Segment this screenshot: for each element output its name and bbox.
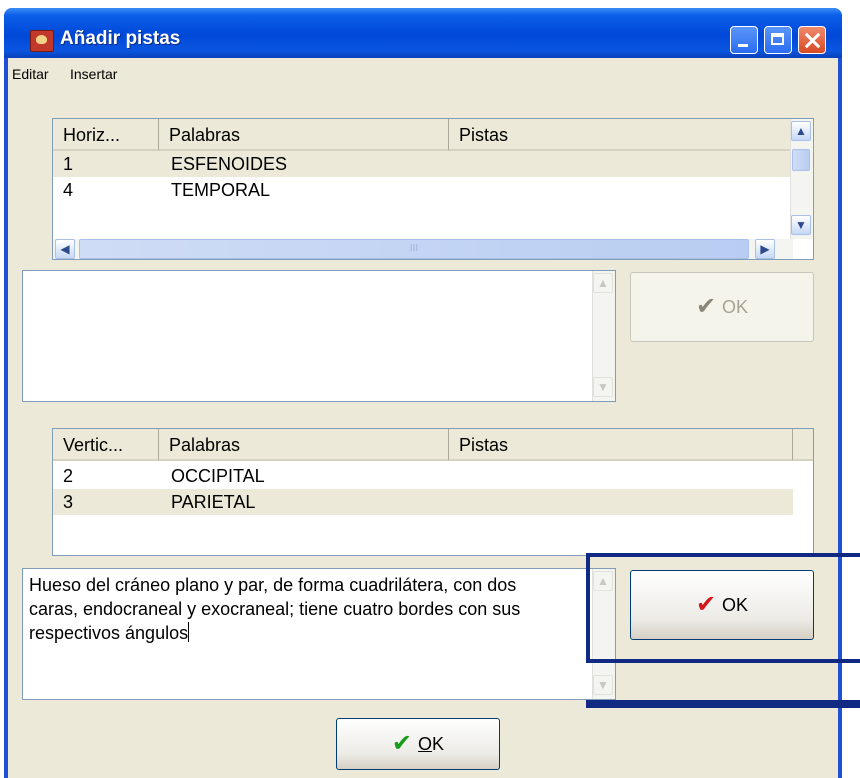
scroll-thumb-horizontal[interactable]: III [79, 239, 749, 259]
row-number: 2 [63, 466, 74, 486]
maximize-icon[interactable] [764, 26, 792, 54]
ok-label-rest: K [432, 734, 445, 754]
column-header-horiz[interactable]: Horiz... [53, 119, 159, 151]
row-word: TEMPORAL [171, 180, 271, 200]
horizontal-list[interactable]: Horiz... Palabras Pistas 1 ESFENOIDES 4 … [52, 118, 814, 260]
highlight-placeholder [586, 700, 860, 708]
column-header-vertic[interactable]: Vertic... [53, 429, 159, 461]
app-icon [30, 30, 54, 52]
scroll-down-icon[interactable]: ▼ [593, 675, 613, 695]
row-word: OCCIPITAL [171, 466, 265, 486]
scroll-up-icon[interactable]: ▲ [791, 121, 811, 141]
clue-text-content: Hueso del cráneo plano y par, de forma c… [29, 575, 521, 643]
column-header-filler [793, 429, 813, 461]
ok-label: OK [722, 297, 749, 317]
row-word: ESFENOIDES [171, 154, 288, 174]
check-icon: ✔ [695, 293, 717, 320]
row-number: 4 [63, 180, 74, 200]
horizontal-scrollbar[interactable]: ◀ III ▶ [53, 239, 793, 259]
clue-text: Hueso del cráneo plano y par, de forma c… [29, 573, 569, 645]
list-row[interactable]: 2 OCCIPITAL [53, 463, 793, 489]
vertical-scrollbar[interactable]: ▲ ▼ [790, 119, 813, 239]
scroll-right-icon[interactable]: ▶ [755, 239, 775, 259]
memo-scrollbar[interactable]: ▲ ▼ [592, 271, 615, 401]
minimize-icon[interactable] [730, 26, 758, 54]
vertical-clue-editor[interactable]: Hueso del cráneo plano y par, de forma c… [22, 568, 616, 700]
menu-editar[interactable]: Editar [12, 66, 49, 82]
window-title: Añadir pistas [60, 28, 181, 49]
row-word: PARIETAL [171, 492, 256, 512]
client-area: Editar Insertar Horiz... Palabras Pistas… [8, 58, 838, 778]
ok-label: OK [418, 719, 444, 769]
row-number: 3 [63, 492, 74, 512]
scroll-down-icon[interactable]: ▼ [593, 377, 613, 397]
scroll-up-icon[interactable]: ▲ [593, 273, 613, 293]
scroll-thumb[interactable] [792, 149, 810, 171]
list-row[interactable]: 3 PARIETAL [53, 489, 793, 515]
scroll-left-icon[interactable]: ◀ [55, 239, 75, 259]
ok-mnemonic: O [418, 734, 433, 754]
horizontal-clue-editor[interactable]: ▲ ▼ [22, 270, 616, 402]
menu-insertar[interactable]: Insertar [70, 66, 117, 82]
horizontal-ok-button[interactable]: ✔ OK [630, 272, 814, 342]
highlight-box [586, 553, 860, 663]
list-row[interactable]: 1 ESFENOIDES [53, 151, 793, 177]
list-row[interactable]: 4 TEMPORAL [53, 177, 793, 203]
ok-button[interactable]: ✔ OK [336, 718, 500, 770]
text-caret [188, 622, 190, 642]
column-header-pistas[interactable]: Pistas [449, 429, 793, 461]
column-header-palabras[interactable]: Palabras [159, 119, 449, 151]
column-header-pistas[interactable]: Pistas [449, 119, 793, 151]
close-icon[interactable] [798, 26, 826, 54]
menu-bar: Editar Insertar [8, 58, 838, 88]
check-icon: ✔ [391, 730, 413, 757]
vertical-list[interactable]: Vertic... Palabras Pistas 2 OCCIPITAL 3 … [52, 428, 814, 556]
scroll-down-icon[interactable]: ▼ [791, 215, 811, 235]
row-number: 1 [63, 154, 74, 174]
title-bar[interactable]: Añadir pistas [4, 8, 842, 58]
column-header-palabras[interactable]: Palabras [159, 429, 449, 461]
